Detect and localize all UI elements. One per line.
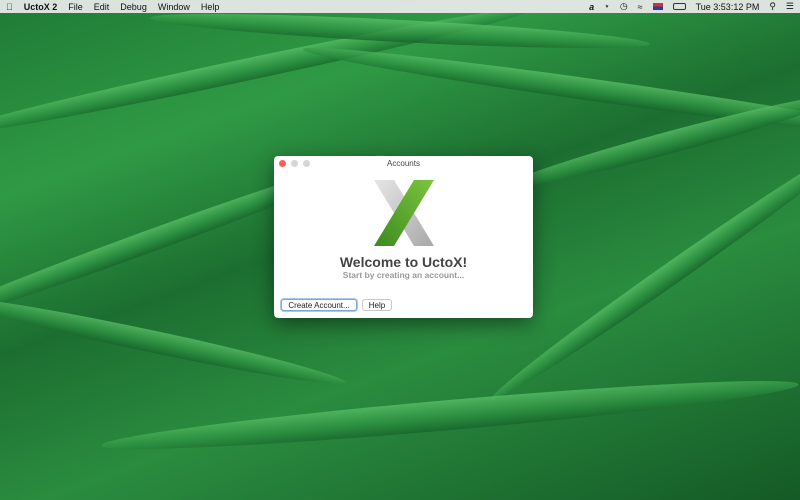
flag-icon[interactable] [652, 3, 663, 10]
menu-bar:  UctoX 2 File Edit Debug Window Help a … [0, 0, 800, 13]
welcome-heading: Welcome to UctoX! [339, 254, 468, 270]
menu-edit[interactable]: Edit [94, 2, 110, 12]
title-bar: Accounts [274, 156, 533, 170]
input-source-icon[interactable]: a [589, 2, 594, 12]
menu-app[interactable]: UctoX 2 [24, 2, 58, 12]
uctox-logo-icon [374, 180, 434, 246]
menu-window[interactable]: Window [158, 2, 190, 12]
welcome-subtitle: Start by creating an account... [342, 270, 465, 280]
menu-debug[interactable]: Debug [120, 2, 147, 12]
clock[interactable]: Tue 3:53:12 PM [696, 2, 760, 12]
menu-file[interactable]: File [68, 2, 83, 12]
wifi-icon[interactable]: ≈ [638, 2, 643, 12]
apple-menu-icon[interactable]:  [6, 2, 13, 12]
accounts-window: Accounts Welcome to UctoX! Start by crea… [274, 156, 533, 318]
notification-center-icon[interactable]: ☰ [786, 1, 794, 12]
battery-icon[interactable] [672, 3, 686, 10]
window-title: Accounts [387, 159, 420, 168]
time-machine-icon[interactable]: ◷ [620, 1, 628, 12]
help-button[interactable]: Help [362, 299, 392, 311]
spotlight-icon[interactable]: ⚲ [769, 1, 776, 12]
bluetooth-icon[interactable]: ⋆ [604, 1, 610, 12]
create-account-button[interactable]: Create Account... [281, 299, 357, 311]
menu-help[interactable]: Help [201, 2, 220, 12]
